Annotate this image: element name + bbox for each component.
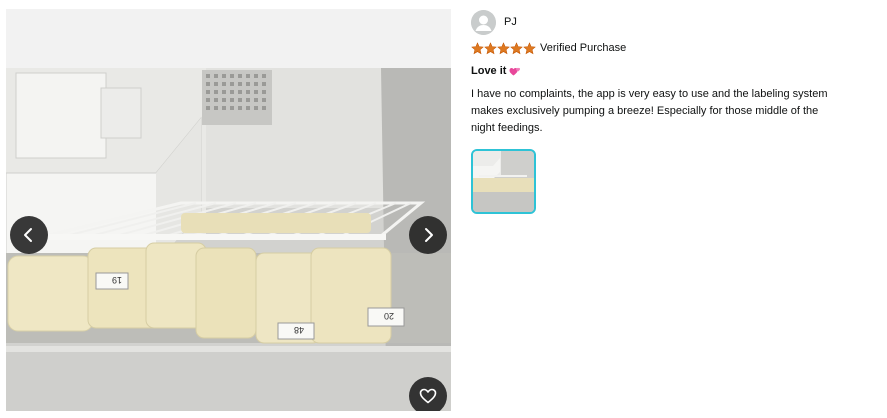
review-image-thumbnail[interactable] (471, 149, 536, 214)
favorite-button[interactable] (409, 377, 447, 411)
review-title-text: Love it (471, 65, 507, 77)
review-title: Love it (471, 62, 871, 80)
star-icon (497, 41, 510, 54)
verified-purchase-badge: Verified Purchase (540, 42, 627, 54)
star-icon (523, 41, 536, 54)
next-image-button[interactable] (409, 216, 447, 254)
star-icon (510, 41, 523, 54)
star-rating[interactable] (471, 41, 536, 55)
bag-label-20: 20 (384, 311, 394, 321)
reviewer-name[interactable]: PJ (504, 16, 517, 28)
previous-image-button[interactable] (10, 216, 48, 254)
chevron-left-icon (24, 228, 32, 242)
star-icon (471, 41, 484, 54)
two-hearts-icon (509, 67, 521, 75)
bag-label-48: 48 (294, 325, 304, 335)
heart-icon (419, 388, 437, 404)
review-media-viewer: 19 48 20 (6, 9, 451, 411)
reviewer-profile[interactable]: PJ (471, 9, 871, 35)
review-photo-freezer[interactable]: 19 48 20 (6, 68, 451, 411)
bag-label-19: 19 (112, 275, 122, 285)
review-body: I have no complaints, the app is very ea… (471, 88, 828, 134)
star-icon (484, 41, 497, 54)
chevron-right-icon (425, 228, 433, 242)
default-user-icon (471, 9, 496, 35)
rating-row: Verified Purchase (471, 40, 871, 56)
customer-review: PJ Verified Purchase Love it I have no c… (471, 9, 871, 214)
